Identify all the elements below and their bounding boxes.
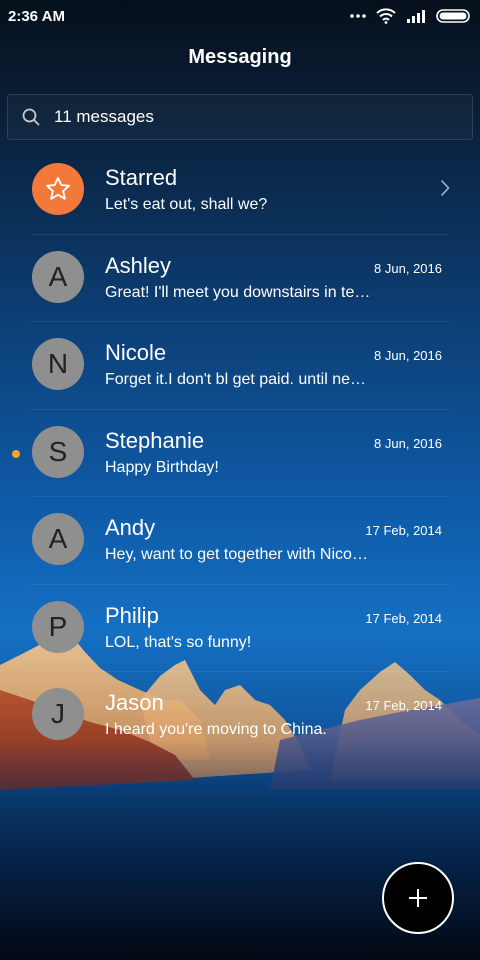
list-item-starred[interactable]: Starred Let's eat out, shall we? <box>0 147 480 235</box>
message-date: 8 Jun, 2016 <box>374 435 442 451</box>
message-preview: Great! I'll meet you downstairs in te… <box>105 283 371 301</box>
message-date: 17 Feb, 2014 <box>365 698 442 713</box>
search-input[interactable]: 11 messages <box>54 107 154 127</box>
message-date: 8 Jun, 2016 <box>374 260 442 276</box>
plus-icon <box>409 889 427 907</box>
avatar: S <box>32 425 84 478</box>
contact-name: Andy <box>105 515 156 540</box>
unread-indicator <box>12 449 20 458</box>
message-preview: Happy Birthday! <box>105 458 219 476</box>
message-preview: LOL, that's so funny! <box>105 633 252 651</box>
battery-icon <box>436 9 470 23</box>
message-date: 17 Feb, 2014 <box>365 610 442 626</box>
chevron-right-icon <box>440 179 450 197</box>
status-time: 2:36 AM <box>8 7 65 25</box>
list-item-stephanie[interactable]: S Stephanie 8 Jun, 2016 Happy Birthday! <box>0 410 480 497</box>
contact-name: Philip <box>105 602 159 628</box>
more-dots-icon <box>350 14 366 18</box>
status-icons <box>350 8 472 24</box>
compose-button[interactable] <box>382 862 454 934</box>
avatar: P <box>32 600 84 653</box>
page-title: Messaging <box>188 46 292 68</box>
message-preview: I heard you're moving to China. <box>105 721 327 738</box>
signal-icon <box>407 10 425 23</box>
conversation-list: Starred Let's eat out, shall we? A Ashle… <box>0 147 480 760</box>
star-icon <box>46 176 70 200</box>
message-preview: Let's eat out, shall we? <box>105 196 268 213</box>
list-item-ashley[interactable]: A Ashley 8 Jun, 2016 Great! I'll meet yo… <box>0 235 480 322</box>
message-preview: Forget it.I don't bl get paid. until ne… <box>105 371 366 388</box>
avatar: A <box>32 250 84 303</box>
list-item-philip[interactable]: P Philip 17 Feb, 2014 LOL, that's so fun… <box>0 585 480 672</box>
wifi-icon <box>376 8 396 24</box>
message-date: 8 Jun, 2016 <box>374 348 442 363</box>
contact-name: Jason <box>105 690 164 715</box>
list-item-jason[interactable]: J Jason 17 Feb, 2014 I heard you're movi… <box>0 672 480 760</box>
contact-name: Starred <box>105 165 178 190</box>
contact-name: Nicole <box>105 340 167 365</box>
list-item-nicole[interactable]: N Nicole 8 Jun, 2016 Forget it.I don't b… <box>0 322 480 410</box>
message-date: 17 Feb, 2014 <box>365 523 442 538</box>
search-icon <box>22 108 40 126</box>
message-preview: Hey, want to get together with Nico… <box>105 546 368 563</box>
status-bar: 2:36 AM <box>0 0 480 32</box>
avatar: A <box>32 513 84 565</box>
avatar: J <box>32 688 84 740</box>
avatar: N <box>32 338 84 390</box>
contact-name: Ashley <box>105 252 172 278</box>
list-item-andy[interactable]: A Andy 17 Feb, 2014 Hey, want to get tog… <box>0 497 480 585</box>
contact-name: Stephanie <box>105 427 205 453</box>
avatar <box>32 163 84 215</box>
search-bar[interactable]: 11 messages <box>7 94 473 140</box>
